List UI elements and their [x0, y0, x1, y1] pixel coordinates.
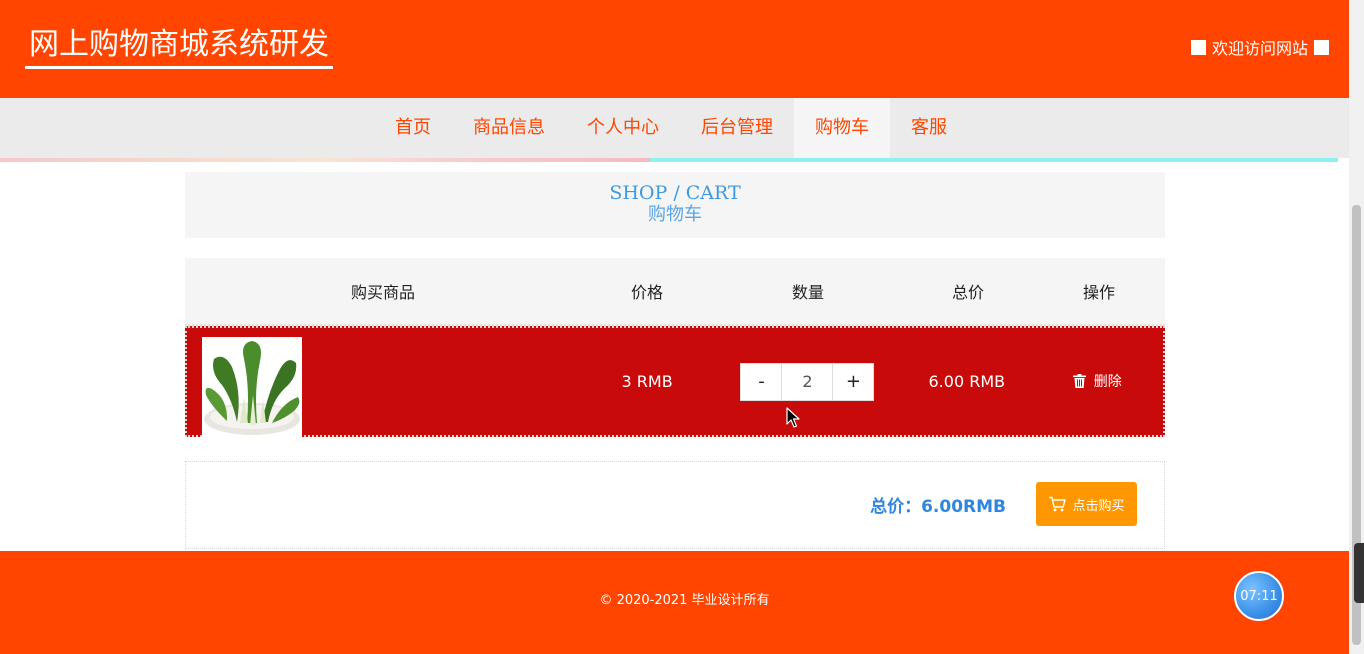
side-widget[interactable]	[1354, 543, 1364, 603]
delete-button[interactable]: 删除	[1072, 371, 1122, 391]
header-price: 价格	[630, 283, 663, 302]
nav-item-cart[interactable]: 购物车	[794, 98, 890, 158]
timer-badge[interactable]: 07:11	[1234, 571, 1284, 621]
nav-item-profile[interactable]: 个人中心	[566, 98, 680, 158]
increase-button[interactable]: +	[832, 362, 875, 401]
cart-icon	[1049, 496, 1067, 512]
header: 网上购物商城系统研发 欢迎访问网站	[0, 0, 1349, 98]
nav-item-home[interactable]: 首页	[374, 98, 452, 158]
bok-choy-image	[202, 337, 302, 437]
header-total: 总价	[951, 283, 984, 302]
mouse-cursor-icon	[786, 407, 800, 428]
quantity-input[interactable]	[782, 362, 833, 401]
section-title-en: SHOP / CART	[609, 182, 741, 204]
square-icon	[1190, 39, 1206, 55]
copyright-text: © 2020-2021 毕业设计所有	[599, 593, 770, 608]
grand-total: 总价：6.00RMB	[870, 497, 1006, 517]
square-icon	[1314, 39, 1329, 55]
trash-icon	[1072, 374, 1086, 388]
header-operation: 操作	[1082, 283, 1115, 302]
cart-summary: 总价：6.00RMB 点击购买	[185, 461, 1165, 549]
nav-item-admin[interactable]: 后台管理	[680, 98, 794, 158]
decrease-button[interactable]: -	[740, 362, 783, 401]
page: 网上购物商城系统研发 欢迎访问网站 首页 商品信息 个人中心 后台管理 购物车 …	[0, 0, 1349, 654]
table-row: 3 RMB - + 6.00 RMB	[185, 326, 1165, 437]
buy-button[interactable]: 点击购买	[1036, 482, 1137, 526]
main-nav: 首页 商品信息 个人中心 后台管理 购物车 客服	[0, 98, 1349, 158]
nav-item-service[interactable]: 客服	[890, 98, 968, 158]
footer: © 2020-2021 毕业设计所有 07:11	[0, 551, 1349, 654]
header-quantity: 数量	[791, 283, 824, 302]
cart-table: 购买商品 价格 数量 总价 操作 3 RMB - 2 + 6.00 RMB 删除	[185, 258, 1165, 437]
nav-item-products[interactable]: 商品信息	[452, 98, 566, 158]
operation-cell: 删除	[1032, 371, 1163, 392]
welcome-text: 欢迎访问网站	[1211, 39, 1308, 58]
item-cell	[187, 328, 581, 437]
quantity-cell: - +	[713, 362, 902, 401]
banner-left	[0, 158, 650, 162]
product-image[interactable]	[202, 337, 302, 437]
buy-label: 点击购买	[1072, 498, 1125, 514]
quantity-stepper: - +	[740, 362, 875, 401]
total-cell: 6.00 RMB	[928, 372, 1006, 391]
price-cell: 3 RMB	[621, 372, 673, 391]
header-item: 购买商品	[350, 283, 415, 302]
banner-strip	[0, 158, 1338, 162]
welcome-bar: 欢迎访问网站	[1190, 37, 1329, 58]
section-title-cn: 购物车	[648, 204, 702, 225]
section-title: SHOP / CART 购物车	[185, 172, 1165, 238]
nav-items: 首页 商品信息 个人中心 后台管理 购物车 客服	[374, 98, 968, 158]
table-header: 购买商品 价格 数量 总价 操作	[185, 258, 1165, 326]
banner-right	[650, 158, 1338, 162]
delete-label: 删除	[1093, 374, 1122, 390]
site-title[interactable]: 网上购物商城系统研发	[25, 26, 333, 69]
